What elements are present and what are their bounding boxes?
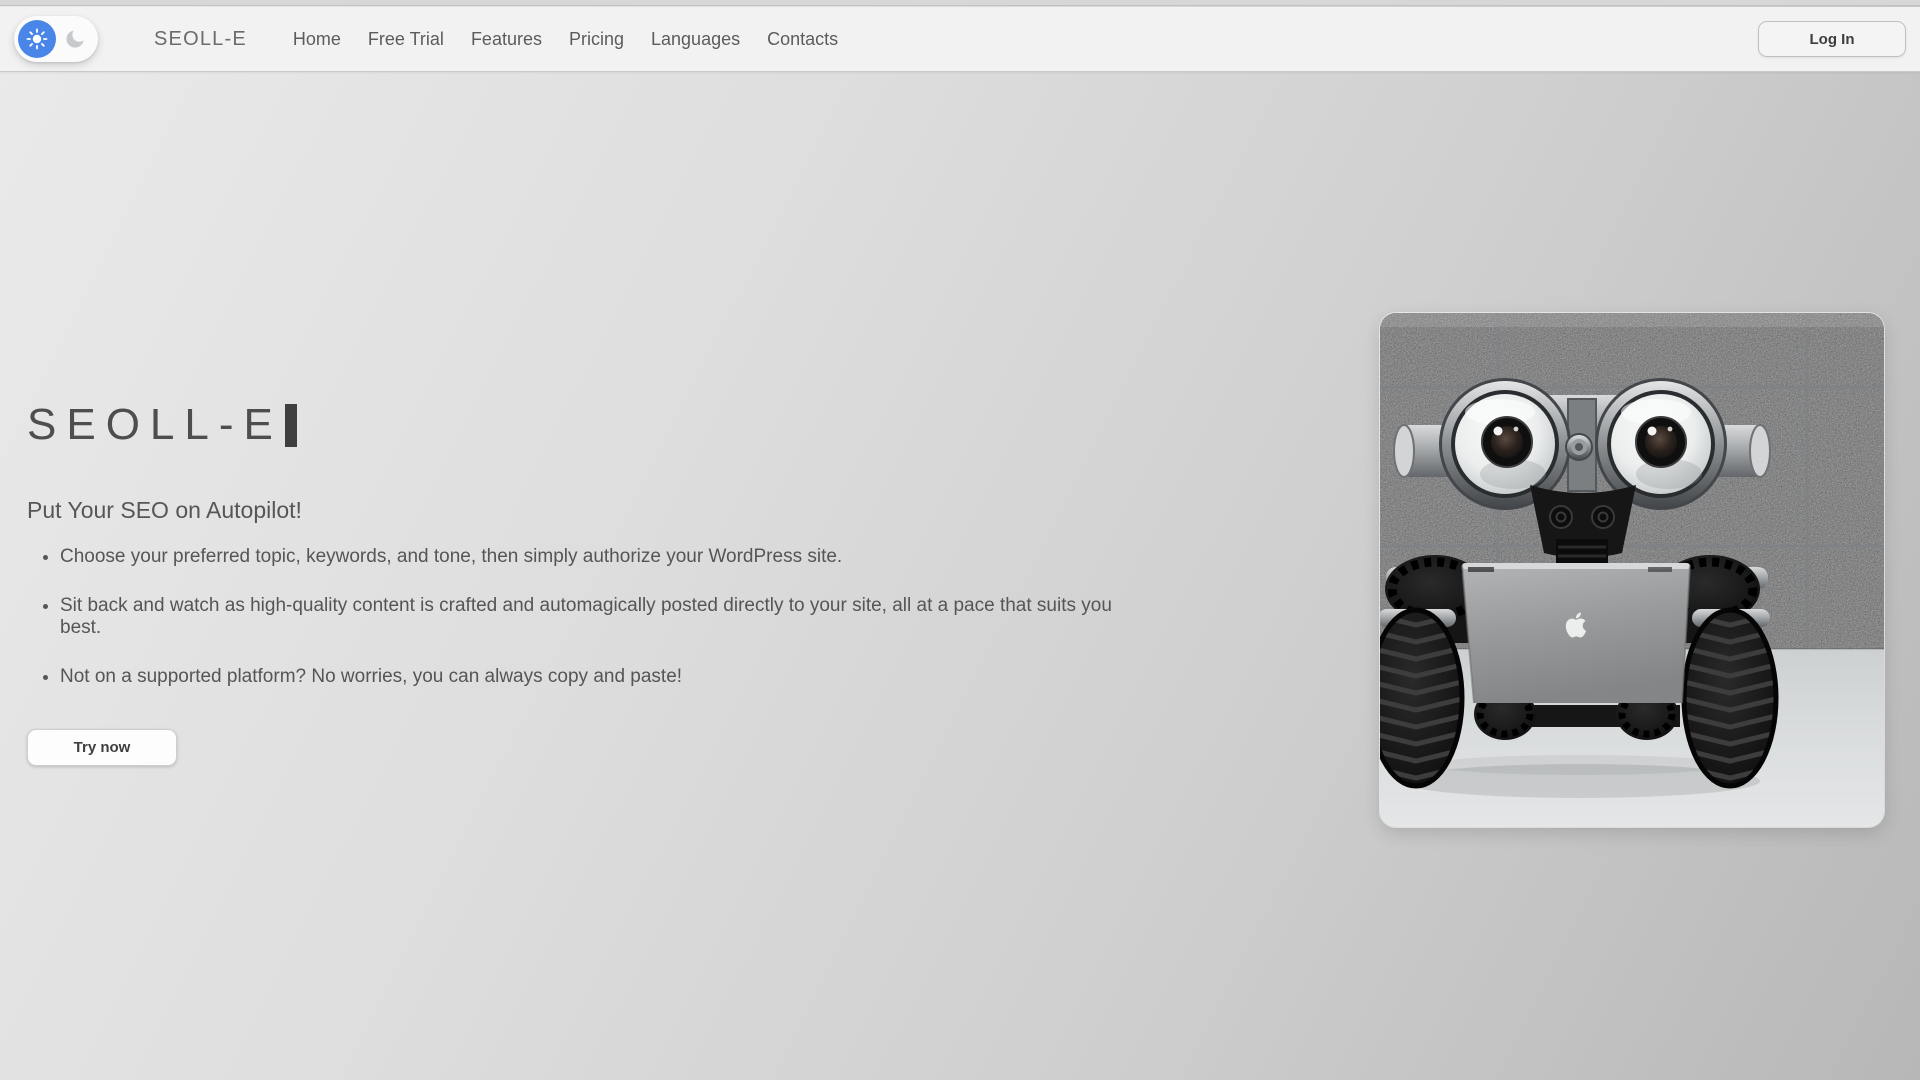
moon-icon <box>63 27 87 51</box>
feature-item: Choose your preferred topic, keywords, a… <box>60 546 1117 568</box>
robot-illustration <box>1380 313 1884 827</box>
feature-item: Not on a supported platform? No worries,… <box>60 666 1117 688</box>
feature-list: Choose your preferred topic, keywords, a… <box>27 546 1117 688</box>
light-mode-button[interactable] <box>18 20 56 58</box>
dark-mode-button[interactable] <box>56 20 94 58</box>
try-now-button[interactable]: Try now <box>27 729 177 766</box>
robot-hub <box>1566 434 1592 460</box>
sun-icon <box>26 28 48 50</box>
main-nav: Home Free Trial Features Pricing Languag… <box>293 29 838 50</box>
laptop <box>1462 563 1690 703</box>
window-top-strip <box>0 0 1920 6</box>
navbar: SEOLL-E Home Free Trial Features Pricing… <box>0 7 1920 72</box>
nav-link-languages[interactable]: Languages <box>651 29 740 50</box>
nav-link-free-trial[interactable]: Free Trial <box>368 29 444 50</box>
login-button[interactable]: Log In <box>1758 21 1906 57</box>
page-title-text: SEOLL-E <box>27 400 283 450</box>
robot <box>1380 378 1780 786</box>
page-title: SEOLL-E <box>27 400 1117 450</box>
theme-toggle[interactable] <box>14 16 98 62</box>
hero-section: SEOLL-E Put Your SEO on Autopilot! Choos… <box>27 400 1117 766</box>
feature-item: Sit back and watch as high-quality conte… <box>60 595 1117 639</box>
nav-link-features[interactable]: Features <box>471 29 542 50</box>
hero-subtitle: Put Your SEO on Autopilot! <box>27 497 1117 524</box>
robot-wheel-right <box>1680 596 1780 786</box>
hero-image <box>1380 313 1884 827</box>
typing-cursor <box>285 404 297 447</box>
nav-link-contacts[interactable]: Contacts <box>767 29 838 50</box>
brand-logo: SEOLL-E <box>154 28 247 51</box>
nav-link-pricing[interactable]: Pricing <box>569 29 624 50</box>
nav-link-home[interactable]: Home <box>293 29 341 50</box>
